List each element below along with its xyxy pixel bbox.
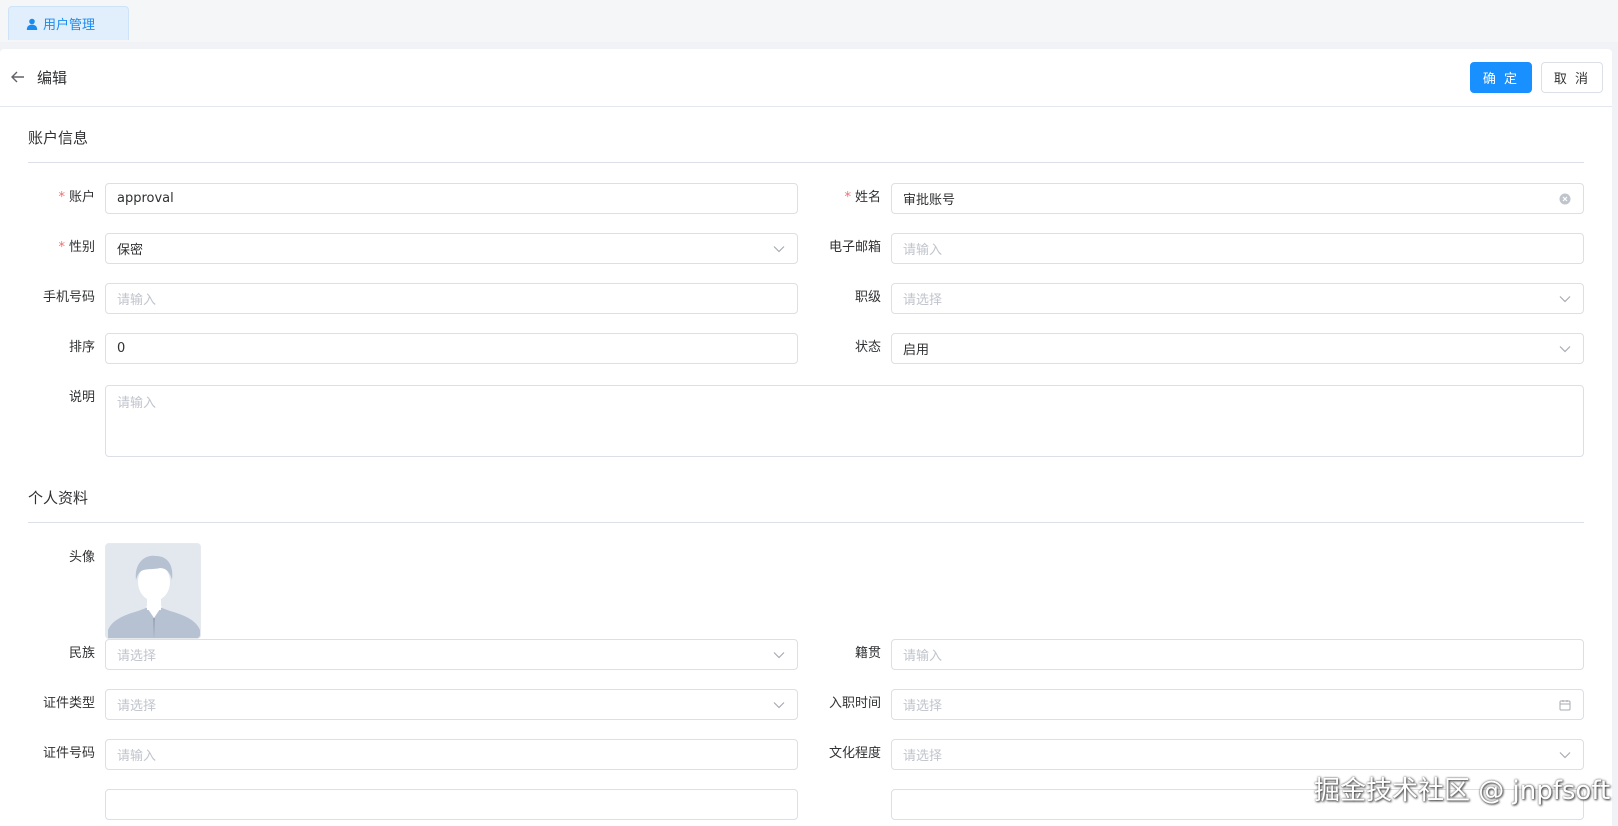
- watermark: 掘金技术社区 @ jnpfsoft: [1314, 776, 1611, 806]
- rank-label: 职级: [854, 290, 881, 305]
- id-type-select[interactable]: 请选择: [105, 689, 798, 720]
- clear-icon[interactable]: [1558, 192, 1572, 206]
- chevron-down-icon: [1558, 342, 1572, 356]
- phone-label: 手机号码: [42, 290, 95, 305]
- education-label: 文化程度: [828, 746, 881, 761]
- name-input[interactable]: 审批账号: [891, 183, 1584, 214]
- tab-bar: 用户管理: [0, 0, 1618, 42]
- gender-label: 性别: [25, 233, 95, 263]
- native-place-input[interactable]: 请输入: [891, 639, 1584, 670]
- tab-label: 用户管理: [43, 18, 96, 33]
- avatar[interactable]: [105, 543, 201, 639]
- desc-label: 说明: [68, 390, 95, 405]
- tab-user-management[interactable]: 用户管理: [8, 6, 129, 40]
- status-select[interactable]: 启用: [891, 333, 1584, 364]
- chevron-down-icon: [772, 242, 786, 256]
- id-number-input[interactable]: 请输入: [105, 739, 798, 770]
- calendar-icon: [1558, 698, 1572, 712]
- education-select[interactable]: 请选择: [891, 739, 1584, 770]
- chevron-down-icon: [772, 698, 786, 712]
- page-header: 编辑 确 定 取 消: [0, 49, 1612, 107]
- page-title: 编辑: [37, 69, 68, 87]
- email-label: 电子邮箱: [828, 240, 881, 255]
- sort-label: 排序: [68, 340, 95, 355]
- phone-input[interactable]: 请输入: [105, 283, 798, 314]
- gender-select[interactable]: 保密: [105, 233, 798, 264]
- avatar-label: 头像: [68, 550, 95, 565]
- section-divider: [28, 522, 1584, 523]
- native-place-label: 籍贯: [854, 646, 881, 661]
- account-label: 账户: [25, 183, 95, 213]
- id-number-label: 证件号码: [42, 746, 95, 761]
- section-divider: [28, 162, 1584, 163]
- sort-input[interactable]: 0: [105, 333, 798, 364]
- desc-textarea[interactable]: 请输入: [105, 385, 1584, 457]
- chevron-down-icon: [772, 648, 786, 662]
- section-title-account: 账户信息: [28, 129, 89, 147]
- entry-date-picker[interactable]: 请选择: [891, 689, 1584, 720]
- rank-select[interactable]: 请选择: [891, 283, 1584, 314]
- entry-date-label: 入职时间: [828, 696, 881, 711]
- section-title-profile: 个人资料: [28, 489, 89, 507]
- status-label: 状态: [854, 340, 881, 355]
- name-label: 姓名: [811, 183, 881, 213]
- confirm-button[interactable]: 确 定: [1470, 62, 1532, 93]
- edit-card: 编辑 确 定 取 消 账户信息 账户 approval 姓名 审批账号 性别 保…: [0, 49, 1612, 826]
- back-arrow-icon[interactable]: [9, 68, 27, 86]
- ethnicity-label: 民族: [68, 646, 95, 661]
- chevron-down-icon: [1558, 292, 1572, 306]
- chevron-down-icon: [1558, 748, 1572, 762]
- cancel-button[interactable]: 取 消: [1541, 62, 1603, 93]
- ethnicity-select[interactable]: 请选择: [105, 639, 798, 670]
- id-type-label: 证件类型: [42, 696, 95, 711]
- user-icon: [26, 18, 38, 30]
- email-input[interactable]: 请输入: [891, 233, 1584, 264]
- account-input[interactable]: approval: [105, 183, 798, 214]
- partial-field[interactable]: [105, 789, 798, 820]
